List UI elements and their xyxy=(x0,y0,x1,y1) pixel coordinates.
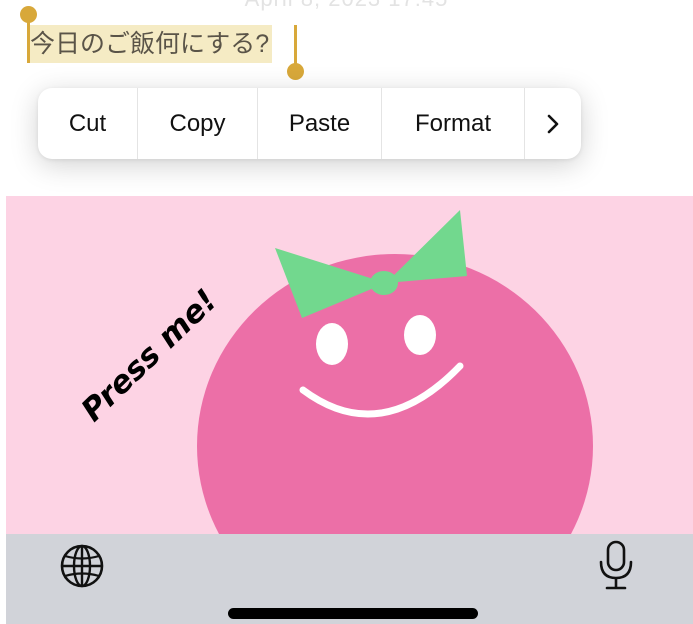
copy-button[interactable]: Copy xyxy=(138,88,258,159)
more-options-button[interactable] xyxy=(525,88,581,159)
edit-menu: Cut Copy Paste Format xyxy=(38,88,581,159)
globe-icon[interactable] xyxy=(59,543,105,589)
right-eye xyxy=(404,315,436,355)
menu-backdrop-right xyxy=(610,0,693,196)
cut-button[interactable]: Cut xyxy=(38,88,138,159)
selection-start-bar xyxy=(27,16,30,63)
note-date: April 8, 2023 17:45 xyxy=(0,0,693,12)
selection-end-handle[interactable] xyxy=(287,63,304,80)
home-indicator[interactable] xyxy=(228,608,478,619)
chevron-right-icon xyxy=(547,114,559,133)
character-illustration[interactable]: Press me! xyxy=(6,196,693,534)
left-eye xyxy=(316,323,348,365)
screen: April 8, 2023 17:45 今日のご飯何にする? Cut Copy … xyxy=(0,0,693,624)
custom-keyboard-area[interactable]: Press me! xyxy=(6,196,693,534)
format-button[interactable]: Format xyxy=(382,88,525,159)
selected-text[interactable]: 今日のご飯何にする? xyxy=(27,25,273,63)
microphone-icon[interactable] xyxy=(596,540,636,592)
keyboard-bottom-bar xyxy=(6,534,693,624)
paste-button[interactable]: Paste xyxy=(258,88,382,159)
